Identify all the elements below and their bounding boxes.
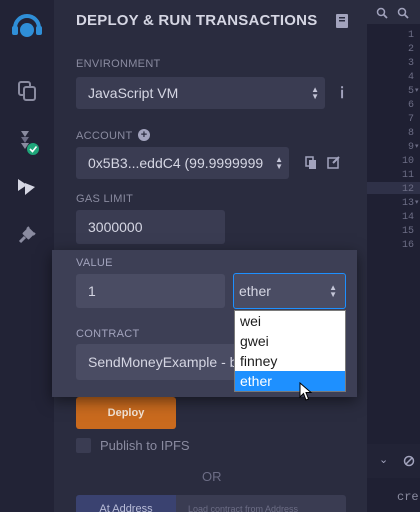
account-value: 0x5B3...eddC4 (99.9999999 [88,155,264,171]
value-amount-input[interactable]: 1 [76,274,225,308]
panel-title: DEPLOY & RUN TRANSACTIONS [76,12,318,29]
zoom-out-icon[interactable] [397,6,409,24]
solidity-compiler-icon[interactable] [0,126,54,158]
edit-icon[interactable] [327,155,341,174]
at-address-button[interactable]: At Address [76,495,176,512]
unit-option-gwei[interactable]: gwei [235,331,345,351]
line-number: 5 [407,86,414,97]
fold-icon[interactable]: ▾ [415,86,419,94]
gas-limit-input[interactable]: 3000000 [76,210,225,244]
collapse-terminal-icon[interactable]: ⌄ [379,453,388,466]
editor-toolbar [367,0,420,24]
line-number: 10 [401,156,414,167]
line-number: 8 [407,128,414,139]
line-number: 4 [407,72,414,83]
unit-dropdown-list: wei gwei finney ether [234,310,346,392]
line-number: 3 [407,58,414,69]
clear-console-icon[interactable] [403,454,415,472]
remix-logo-icon[interactable] [0,8,54,46]
line-number: 1 [407,30,414,41]
publish-ipfs-label: Publish to IPFS [100,438,190,453]
contract-select[interactable]: SendMoneyExample - b [76,344,252,380]
info-icon[interactable]: ⅰ [340,84,344,102]
unit-option-ether[interactable]: ether [235,371,345,391]
line-number: 16 [401,240,414,251]
icon-panel [0,0,54,512]
select-arrows-icon: ▲ ▼ [311,85,319,101]
select-arrows-icon: ▲ ▼ [275,155,283,171]
value-unit-select[interactable]: ether ▲ ▼ [233,273,346,309]
file-explorer-icon[interactable] [0,78,54,104]
terminal-toolbar: ⌄ [367,444,420,478]
line-number: 9 [407,142,414,153]
environment-select[interactable]: JavaScript VM ▲ ▼ [76,77,325,109]
line-number: 15 [401,226,414,237]
environment-value: JavaScript VM [88,85,179,101]
or-divider: OR [202,469,222,484]
line-number: 7 [407,114,414,125]
environment-label: ENVIRONMENT [76,58,161,70]
deploy-run-icon[interactable] [0,174,54,200]
account-label: ACCOUNT [76,130,133,142]
line-number: 14 [401,212,414,223]
mouse-cursor-icon [299,381,313,407]
publish-ipfs-checkbox[interactable] [76,438,91,453]
documentation-icon[interactable] [335,13,349,34]
load-contract-input[interactable]: Load contract from Address [176,495,346,512]
line-number: 6 [407,100,414,111]
unit-option-finney[interactable]: finney [235,351,345,371]
copy-icon[interactable] [305,156,317,175]
terminal-text: cre [397,490,419,504]
line-number: 2 [407,44,414,55]
gas-limit-label: GAS LIMIT [76,193,134,205]
line-number: 13 [401,198,414,209]
add-account-icon[interactable]: + [138,129,150,141]
select-arrows-icon: ▲ ▼ [329,283,337,299]
contract-label: CONTRACT [76,328,140,340]
line-number: 11 [401,170,414,181]
account-select[interactable]: 0x5B3...eddC4 (99.9999999 ▲ ▼ [76,147,289,179]
unit-option-wei[interactable]: wei [235,311,345,331]
value-label: VALUE [76,257,113,269]
line-number: 12 [401,184,414,195]
editor-area: 1 2 3 4 5 6 7 8 9 10 11 12 13 14 15 16 ▾… [367,0,420,512]
plugin-manager-icon[interactable] [0,222,54,248]
value-unit: ether [239,283,271,299]
deploy-button[interactable]: Deploy [76,397,176,429]
zoom-in-icon[interactable] [376,6,388,24]
fold-icon[interactable]: ▾ [415,198,419,206]
fold-icon[interactable]: ▾ [415,142,419,150]
